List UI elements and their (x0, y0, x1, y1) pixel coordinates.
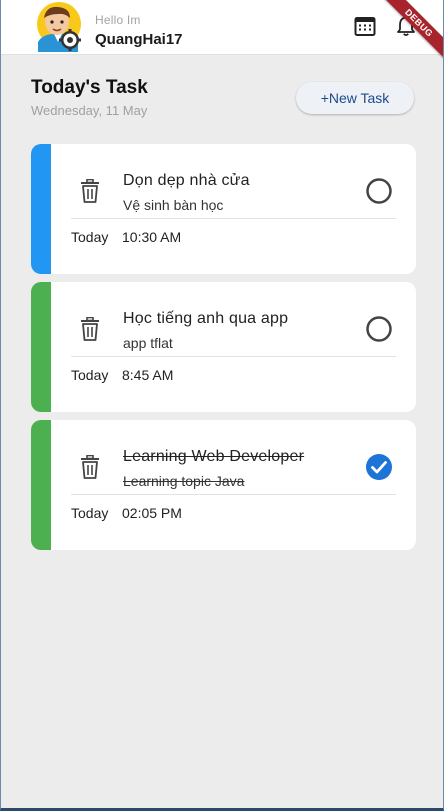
task-title: Learning Web Developer (123, 448, 305, 465)
trash-icon (81, 317, 99, 341)
task-card[interactable]: Learning Web Developer Learning topic Ja… (31, 420, 416, 550)
delete-button[interactable] (79, 455, 101, 479)
task-title: Học tiếng anh qua app (123, 310, 289, 327)
task-time: 10:30 AM (122, 229, 182, 245)
current-date: Wednesday, 11 May (31, 103, 148, 118)
divider (71, 218, 396, 219)
task-day: Today (71, 505, 109, 521)
task-subtitle: Learning topic Java (123, 473, 245, 489)
app-bar: Hello Im QuangHai17 DEBUG (1, 0, 443, 61)
task-card[interactable]: Học tiếng anh qua app app tflat Today 8:… (31, 282, 416, 412)
task-day: Today (71, 229, 109, 245)
delete-button[interactable] (79, 179, 101, 203)
calendar-icon (354, 17, 376, 36)
task-subtitle: Vệ sinh bàn học (123, 197, 224, 213)
check-circle-icon[interactable] (365, 453, 393, 481)
calendar-button[interactable] (353, 14, 377, 38)
check-circle-icon[interactable] (365, 315, 393, 343)
task-time: 8:45 AM (122, 367, 174, 383)
task-accent-bar (31, 282, 51, 412)
task-accent-bar (31, 144, 51, 274)
task-subtitle: app tflat (123, 335, 173, 351)
task-day: Today (71, 367, 109, 383)
task-card[interactable]: Dọn dẹp nhà cửa Vệ sinh bàn học Today 10… (31, 144, 416, 274)
delete-button[interactable] (79, 317, 101, 341)
task-title: Dọn dẹp nhà cửa (123, 172, 250, 189)
task-list: Dọn dẹp nhà cửa Vệ sinh bàn học Today 10… (31, 144, 416, 558)
app-screen: Hello Im QuangHai17 DEBUG Today's Task W… (0, 0, 444, 811)
avatar[interactable] (32, 2, 84, 52)
page-title: Today's Task (31, 77, 148, 98)
greeting-text: Hello Im (95, 13, 141, 27)
username-text: QuangHai17 (95, 31, 183, 48)
task-time: 02:05 PM (122, 505, 182, 521)
trash-icon (81, 179, 99, 203)
divider (71, 356, 396, 357)
divider (71, 494, 396, 495)
new-task-button[interactable]: +New Task (296, 82, 414, 114)
trash-icon (81, 455, 99, 479)
task-header: Today's Task Wednesday, 11 May +New Task (31, 76, 414, 124)
task-accent-bar (31, 420, 51, 550)
check-circle-icon[interactable] (365, 177, 393, 205)
